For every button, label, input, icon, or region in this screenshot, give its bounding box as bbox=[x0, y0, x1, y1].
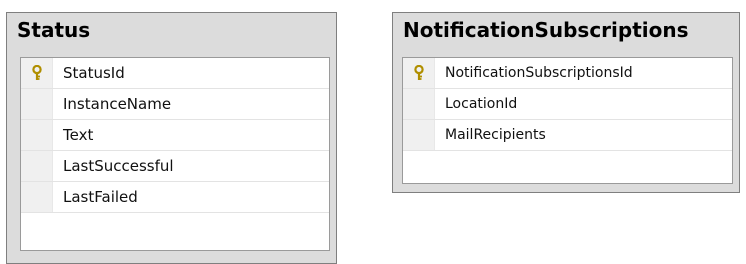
column-name: MailRecipients bbox=[445, 127, 546, 143]
column-row[interactable]: NotificationSubscriptionsId bbox=[403, 58, 732, 89]
row-selector[interactable] bbox=[21, 182, 53, 212]
row-selector[interactable] bbox=[403, 120, 435, 150]
column-row[interactable]: Text bbox=[21, 120, 329, 151]
column-row[interactable]: LastSuccessful bbox=[21, 151, 329, 182]
column-row[interactable]: StatusId bbox=[21, 58, 329, 89]
table-title: Status bbox=[17, 18, 91, 42]
column-name: Text bbox=[63, 126, 94, 144]
primary-key-icon bbox=[31, 65, 42, 80]
empty-row bbox=[21, 213, 329, 244]
row-selector[interactable] bbox=[21, 120, 53, 150]
column-name: LastFailed bbox=[63, 188, 138, 206]
table-notification-subscriptions[interactable]: NotificationSubscriptions NotificationSu… bbox=[392, 12, 740, 193]
column-name: NotificationSubscriptionsId bbox=[445, 65, 633, 81]
column-name: StatusId bbox=[63, 64, 125, 82]
column-row[interactable]: MailRecipients bbox=[403, 120, 732, 151]
row-selector[interactable] bbox=[403, 89, 435, 119]
column-grid: StatusId InstanceName Text LastSuccessfu… bbox=[20, 57, 330, 251]
row-selector[interactable] bbox=[21, 58, 53, 88]
table-status[interactable]: Status StatusId InstanceName Text LastSu… bbox=[6, 12, 337, 264]
column-row[interactable]: LocationId bbox=[403, 89, 732, 120]
row-selector[interactable] bbox=[403, 58, 435, 88]
empty-row bbox=[403, 151, 732, 182]
row-selector[interactable] bbox=[21, 151, 53, 181]
row-selector[interactable] bbox=[21, 89, 53, 119]
column-grid: NotificationSubscriptionsId LocationId M… bbox=[402, 57, 733, 184]
column-row[interactable]: InstanceName bbox=[21, 89, 329, 120]
column-name: InstanceName bbox=[63, 95, 172, 113]
column-row[interactable]: LastFailed bbox=[21, 182, 329, 213]
column-name: LocationId bbox=[445, 96, 518, 112]
table-title: NotificationSubscriptions bbox=[403, 18, 689, 42]
primary-key-icon bbox=[413, 65, 424, 80]
column-name: LastSuccessful bbox=[63, 157, 174, 175]
